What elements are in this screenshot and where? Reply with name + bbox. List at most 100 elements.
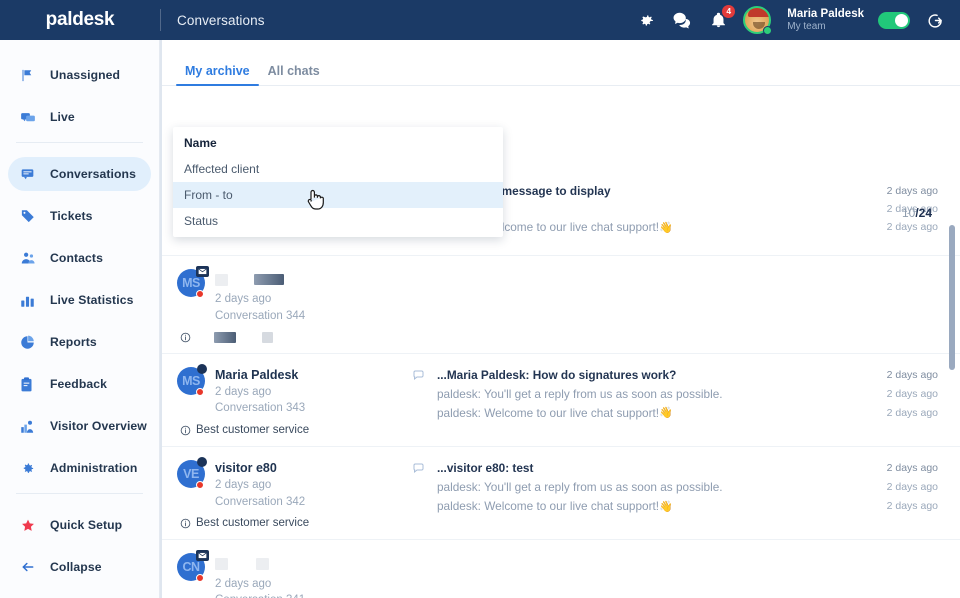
live-chat-icon (20, 108, 40, 126)
sidebar-item-tickets[interactable]: Tickets (8, 199, 151, 233)
row-summary: VE visitor e80 2 days ago Conversation 3… (162, 457, 412, 529)
message-text: paldesk: Welcome to our live chat suppor… (437, 499, 660, 513)
sidebar-divider-top (16, 142, 143, 143)
row-tag-label: Best customer service (196, 424, 310, 436)
avatar: MS (177, 266, 209, 298)
tag-icon (20, 207, 40, 225)
message-text: ...Maria Paldesk: How do signatures work… (437, 367, 677, 382)
dropdown-option-from-to[interactable]: From - to (173, 182, 503, 208)
message-time: 2 days ago (886, 221, 938, 233)
sidebar-item-live[interactable]: Live (8, 100, 151, 134)
row-messages (412, 552, 960, 598)
row-name: Maria Paldesk (215, 367, 299, 382)
unread-dot (196, 387, 204, 396)
row-tag-redacted (214, 331, 236, 343)
avatar: VE (177, 457, 207, 489)
dropdown-option-status[interactable]: Status (173, 208, 503, 234)
sidebar-item-label: Live (50, 110, 75, 124)
sidebar-item-label: Contacts (50, 251, 103, 265)
row-tag: Best customer service (180, 517, 412, 529)
sidebar-item-unassigned[interactable]: Unassigned (8, 58, 151, 92)
wave-emoji: 👋 (659, 221, 673, 234)
row-conversation-id: Conversation 342 (215, 495, 306, 508)
table-row[interactable]: VE visitor e80 2 days ago Conversation 3… (162, 447, 960, 541)
dropdown-option-affected-client[interactable]: Affected client (173, 156, 503, 182)
top-bar-actions: 4 Maria Paldesk My team (635, 0, 960, 40)
row-tag-redacted-2 (262, 331, 273, 343)
sidebar-item-label: Feedback (50, 377, 108, 391)
tab-my-archive[interactable]: My archive (176, 64, 259, 86)
dropdown-option-name[interactable]: Name (173, 130, 503, 156)
table-row[interactable]: MS Maria Paldesk 2 days ago Conversation… (162, 354, 960, 447)
tab-all-chats[interactable]: All chats (259, 64, 329, 85)
user-team: My team (787, 20, 826, 32)
row-conversation-id: Conversation 343 (215, 402, 306, 415)
chat-bubble-icon (412, 462, 428, 474)
avatar[interactable] (743, 6, 773, 35)
message-text: paldesk: Welcome to our live chat suppor… (437, 405, 660, 420)
notification-badge: 4 (722, 5, 736, 18)
message-time: 2 days ago (886, 185, 938, 197)
status-badge (197, 363, 207, 374)
sidebar-divider-bottom (16, 493, 143, 494)
sidebar-item-label: Tickets (50, 209, 93, 223)
sidebar-item-visitor-overview[interactable]: Visitor Overview (8, 409, 151, 443)
row-summary: CN 2 days ago Conver (162, 550, 412, 598)
user-name: Maria Paldesk (787, 7, 864, 20)
sidebar-item-label: Quick Setup (50, 518, 123, 532)
sidebar-item-contacts[interactable]: Contacts (8, 241, 151, 275)
counter-total: /24 (915, 206, 932, 220)
sidebar-item-administration[interactable]: Administration (8, 451, 151, 485)
unread-dot (196, 574, 204, 583)
wave-emoji: 👋 (659, 500, 673, 513)
tab-bar: My archive All chats (162, 50, 960, 86)
message-text: paldesk: You'll get a reply from us as s… (437, 480, 723, 494)
sidebar-item-conversations[interactable]: Conversations (8, 157, 151, 191)
contacts-icon (20, 249, 40, 267)
message-line: paldesk: Welcome to our live chat suppor… (412, 406, 938, 420)
unread-dot (196, 481, 204, 489)
counter-shown: 10 (901, 206, 916, 220)
row-summary: MS Maria Paldesk 2 days ago Conversation… (162, 363, 412, 436)
brand-logo[interactable]: paldesk (0, 0, 160, 40)
row-summary: MS 2 days ago Conversation 344 (162, 266, 412, 343)
logout-icon[interactable] (924, 9, 946, 31)
sidebar-item-reports[interactable]: Reports (8, 325, 151, 359)
wave-emoji: 👋 (659, 407, 673, 420)
sidebar-item-quick-setup[interactable]: Quick Setup (8, 508, 151, 542)
message-line: paldesk: Welcome to our live chat suppor… (412, 499, 938, 513)
page-title: Conversations (177, 12, 265, 28)
unread-dot (196, 290, 204, 298)
row-time: 2 days ago (215, 385, 272, 398)
gear-icon (20, 459, 40, 477)
main-panel: My archive All chats MP (160, 40, 960, 598)
row-messages: ...visitor e80: test 2 days ago paldesk:… (412, 459, 960, 529)
flag-icon (20, 66, 40, 84)
sidebar-item-label: Live Statistics (50, 293, 134, 307)
row-messages (412, 268, 960, 343)
row-time: 2 days ago (215, 479, 272, 492)
bell-icon[interactable]: 4 (707, 5, 736, 31)
table-row[interactable]: CN 2 days ago Conver (162, 540, 960, 598)
sidebar-item-feedback[interactable]: Feedback (8, 367, 151, 401)
row-time: 2 days ago (215, 577, 272, 590)
sidebar-item-live-statistics[interactable]: Live Statistics (8, 283, 151, 317)
sidebar: Unassigned Live Conversations Tickets Co… (0, 40, 160, 598)
list-scrollbar[interactable] (949, 225, 955, 370)
sidebar-item-label: Collapse (50, 560, 102, 574)
result-counter: 10/24 (902, 206, 932, 220)
table-row[interactable]: MS 2 days ago Conversation 344 (162, 256, 960, 354)
message-time: 2 days ago (886, 462, 938, 474)
user-info[interactable]: Maria Paldesk My team (787, 8, 864, 33)
top-bar: paldesk Conversations 4 Maria Paldesk My… (0, 0, 960, 40)
row-time: 2 days ago (215, 293, 272, 306)
chats-icon[interactable] (671, 9, 693, 31)
message-line: paldesk: You'll get a reply from us as s… (412, 387, 938, 401)
sidebar-item-label: Conversations (50, 167, 136, 181)
message-time: 2 days ago (886, 368, 938, 381)
availability-toggle[interactable] (878, 11, 910, 29)
sidebar-item-collapse[interactable]: Collapse (8, 550, 151, 584)
row-tag: Best customer service (180, 424, 412, 436)
gear-icon[interactable] (635, 9, 657, 31)
sort-dropdown-menu: Name Affected client From - to Status (173, 127, 503, 237)
